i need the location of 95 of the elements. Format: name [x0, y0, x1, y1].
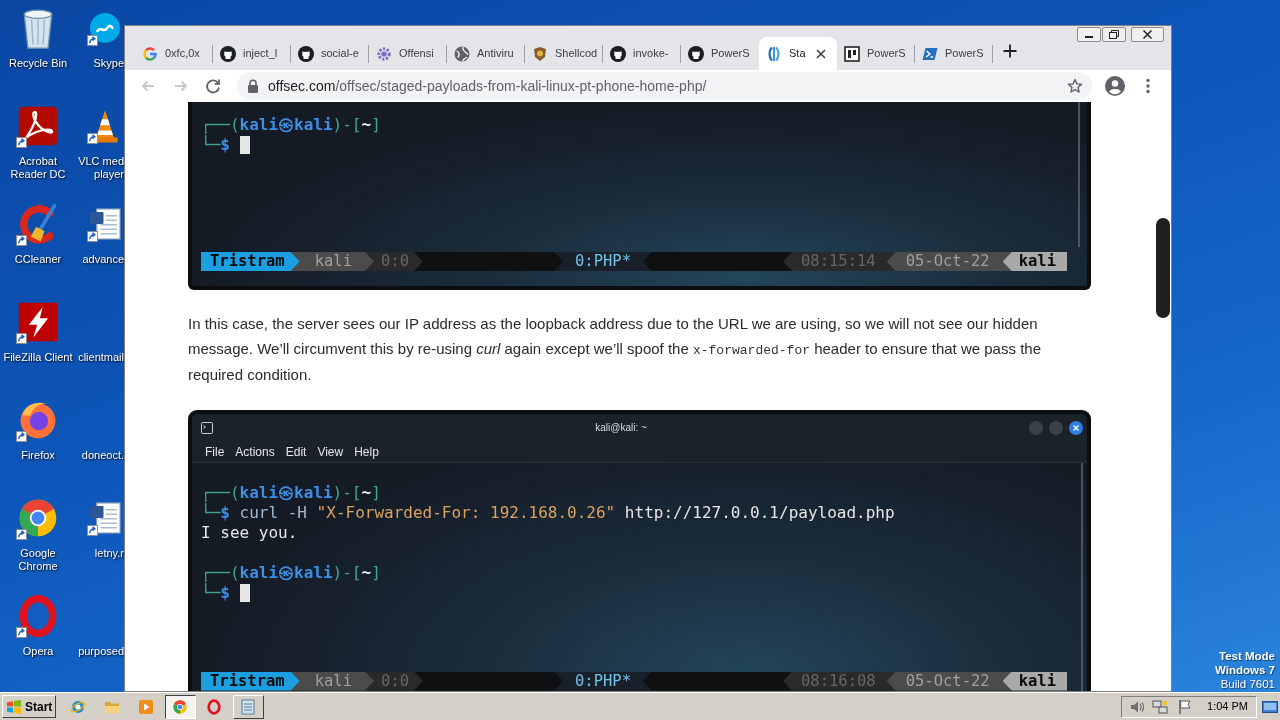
wave-badge-icon[interactable]: [87, 10, 123, 46]
browser-tab[interactable]: inject_l: [213, 37, 291, 70]
start-button[interactable]: Start: [2, 695, 56, 718]
icon-label[interactable]: clientmail: [78, 351, 124, 364]
scrollbar-thumb[interactable]: [1155, 218, 1170, 318]
icon-label[interactable]: Firefox: [21, 449, 55, 462]
status-segment: kali: [1002, 671, 1067, 691]
browser-tab[interactable]: Antiviru: [447, 37, 525, 70]
terminal-line: └─$ curl -H "X-Forwarded-For: 192.168.0.26" http://127.0.0.1/payload.php: [201, 502, 895, 523]
taskbar-button[interactable]: [164, 694, 196, 719]
icon-label[interactable]: purposed: [78, 645, 124, 658]
terminal-line: ┌──(kali㉿kali)-[~]: [201, 562, 381, 582]
cat-logo-icon: [610, 45, 626, 62]
terminal-line: └─$: [201, 582, 230, 603]
crest-icon: [532, 45, 548, 62]
icon-label[interactable]: Skype: [93, 57, 124, 70]
notepad-icon: [240, 698, 256, 715]
close-button[interactable]: [1069, 420, 1083, 435]
menu-item[interactable]: View: [317, 442, 344, 461]
reload-icon[interactable]: [205, 78, 221, 94]
icon-label[interactable]: CCleaner: [14, 253, 62, 266]
icon-label[interactable]: doneoct.: [81, 449, 124, 462]
desktop-preview-icon[interactable]: [1262, 698, 1278, 715]
restore-button[interactable]: [1102, 27, 1126, 42]
browser-tab[interactable]: Sta: [759, 37, 837, 70]
terminal-line: └─$: [201, 135, 230, 155]
bolt-tile-icon[interactable]: [16, 300, 60, 344]
icon-label[interactable]: FileZilla Client: [3, 351, 73, 364]
stripes-logo-icon: [766, 45, 782, 62]
close-icon[interactable]: [816, 48, 826, 59]
status-segment: kali: [1002, 252, 1067, 271]
plus-icon[interactable]: [1003, 44, 1017, 58]
terminal-line: I see you.: [201, 522, 298, 543]
document-icon[interactable]: [87, 500, 123, 536]
clock[interactable]: 1:04 PM: [1207, 698, 1248, 715]
icon-label[interactable]: Acrobat Reader DC: [10, 155, 66, 181]
browser-tab[interactable]: PowerS: [837, 37, 915, 70]
status-window: 0:PHP*: [563, 252, 643, 271]
restore-icon[interactable]: [1109, 30, 1119, 39]
browser-tab[interactable]: Offensi: [369, 37, 447, 70]
window-title: kali@kali: ~: [595, 421, 647, 435]
browser-tab[interactable]: social-e: [291, 37, 369, 70]
status-segment: 08:16:08: [783, 671, 896, 691]
flag-icon[interactable]: [1177, 698, 1194, 715]
system-notice: Windows 7: [1215, 663, 1275, 677]
close-button[interactable]: [1131, 27, 1164, 42]
play-tile-icon[interactable]: [138, 698, 154, 715]
status-segment: 05-Oct-22: [886, 671, 1012, 691]
browser-tab[interactable]: PowerS: [681, 37, 759, 70]
status-segment: Tristram: [201, 671, 300, 691]
kebab-menu-icon[interactable]: [1146, 78, 1150, 94]
status-window: 0:PHP*: [563, 671, 643, 691]
globe-icon: [454, 45, 470, 62]
browser-tab[interactable]: invoke-: [603, 37, 681, 70]
browser-tab[interactable]: PowerS: [915, 37, 993, 70]
cat-logo-icon: [298, 45, 314, 62]
gear-icon: [376, 45, 392, 62]
document-icon[interactable]: [87, 206, 123, 242]
status-segment: Tristram: [201, 252, 300, 271]
icon-label[interactable]: VLC med player: [78, 155, 124, 181]
menu-item[interactable]: Actions: [235, 442, 275, 461]
terminal-line: ┌──(kali㉿kali)-[~]: [201, 482, 381, 502]
browser-tab[interactable]: 0xfc,0x: [135, 37, 213, 70]
network-icon[interactable]: [1152, 698, 1169, 715]
menu-item[interactable]: Edit: [285, 442, 307, 461]
address-bar[interactable]: offsec.com/offsec/staged-payloads-from-kali-linux-pt-phone-home-php/: [237, 72, 1092, 100]
swirl-tile-icon[interactable]: [16, 104, 60, 148]
icon-label[interactable]: Recycle Bin: [8, 57, 68, 70]
minimize-button[interactable]: [1077, 27, 1101, 42]
browser-tab[interactable]: Shellcod: [525, 37, 603, 70]
icon-label[interactable]: Google Chrome: [18, 547, 58, 573]
cat-logo-icon: [688, 45, 704, 62]
icon-label[interactable]: advance: [82, 253, 124, 266]
system-notice: Build 7601: [1220, 677, 1275, 691]
prompt-tile-icon: [922, 45, 938, 62]
lock-icon: [247, 79, 259, 93]
status-segment: 08:15:14: [783, 252, 896, 271]
cat-logo-icon: [220, 45, 236, 62]
close-icon[interactable]: [1143, 30, 1152, 39]
terminal-line: ┌──(kali㉿kali)-[~]: [201, 115, 381, 134]
icon-label[interactable]: Opera: [22, 645, 54, 658]
framed-bars-icon: [844, 45, 860, 62]
flag-logo-icon: [6, 698, 22, 715]
globe-ring-icon[interactable]: [70, 698, 86, 715]
icon-label[interactable]: letny.r: [94, 547, 124, 560]
person-circle-icon[interactable]: [1105, 76, 1125, 96]
menu-item[interactable]: File: [205, 442, 225, 461]
terminal-icon: [201, 421, 213, 434]
status-segment: 05-Oct-22: [886, 252, 1012, 271]
menu-item[interactable]: Help: [354, 442, 379, 461]
system-notice: Test Mode: [1219, 649, 1275, 663]
g-logo-icon: [142, 45, 158, 62]
star-icon[interactable]: [1067, 78, 1083, 94]
circle-segments-icon: [172, 698, 188, 715]
body-text: In this case, the server sees our IP address as the loopback address due to the URL we are using, so we will not see our hidden message. We’ll circumvent this by re-using curl again except we’ll spoof the x-forwarded-for header to ensure that we pass the required condition.: [188, 314, 1042, 385]
